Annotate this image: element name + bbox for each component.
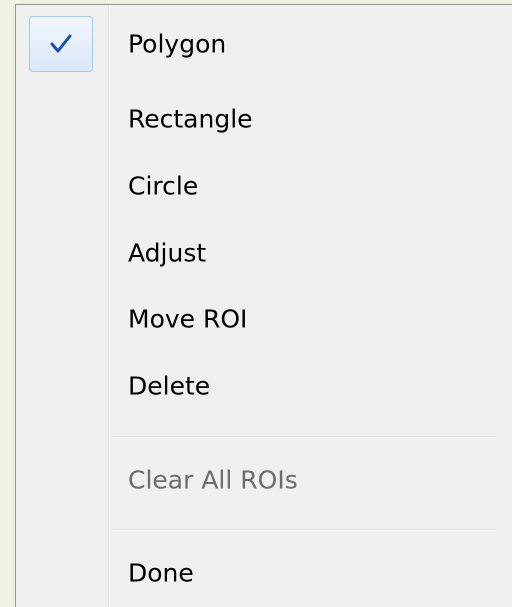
- menu-item-polygon[interactable]: Polygon: [16, 16, 512, 72]
- page: Polygon Rectangle Circle Adjust Move ROI…: [0, 0, 512, 607]
- menu-item-adjust[interactable]: Adjust: [16, 225, 512, 281]
- menu-item-label: Done: [128, 558, 194, 588]
- check-highlight: [29, 16, 93, 72]
- menu-item-label: Clear All ROIs: [128, 465, 298, 495]
- context-menu: Polygon Rectangle Circle Adjust Move ROI…: [15, 4, 512, 607]
- menu-item-label: Adjust: [128, 238, 207, 268]
- menu-item-label: Rectangle: [128, 104, 253, 134]
- menu-item-label: Delete: [128, 371, 211, 401]
- menu-item-circle[interactable]: Circle: [16, 158, 512, 214]
- checkmark-icon: [50, 34, 72, 53]
- menu-item-label: Circle: [128, 171, 199, 201]
- menu-item-rectangle[interactable]: Rectangle: [16, 91, 512, 147]
- menu-item-clear-all-rois: Clear All ROIs: [16, 452, 512, 508]
- menu-separator: [112, 436, 496, 438]
- menu-item-delete[interactable]: Delete: [16, 358, 512, 414]
- menu-item-done[interactable]: Done: [16, 545, 512, 601]
- menu-separator: [112, 529, 496, 531]
- menu-item-label: Polygon: [128, 29, 227, 59]
- menu-item-move-roi[interactable]: Move ROI: [16, 291, 512, 347]
- menu-item-label: Move ROI: [128, 304, 248, 334]
